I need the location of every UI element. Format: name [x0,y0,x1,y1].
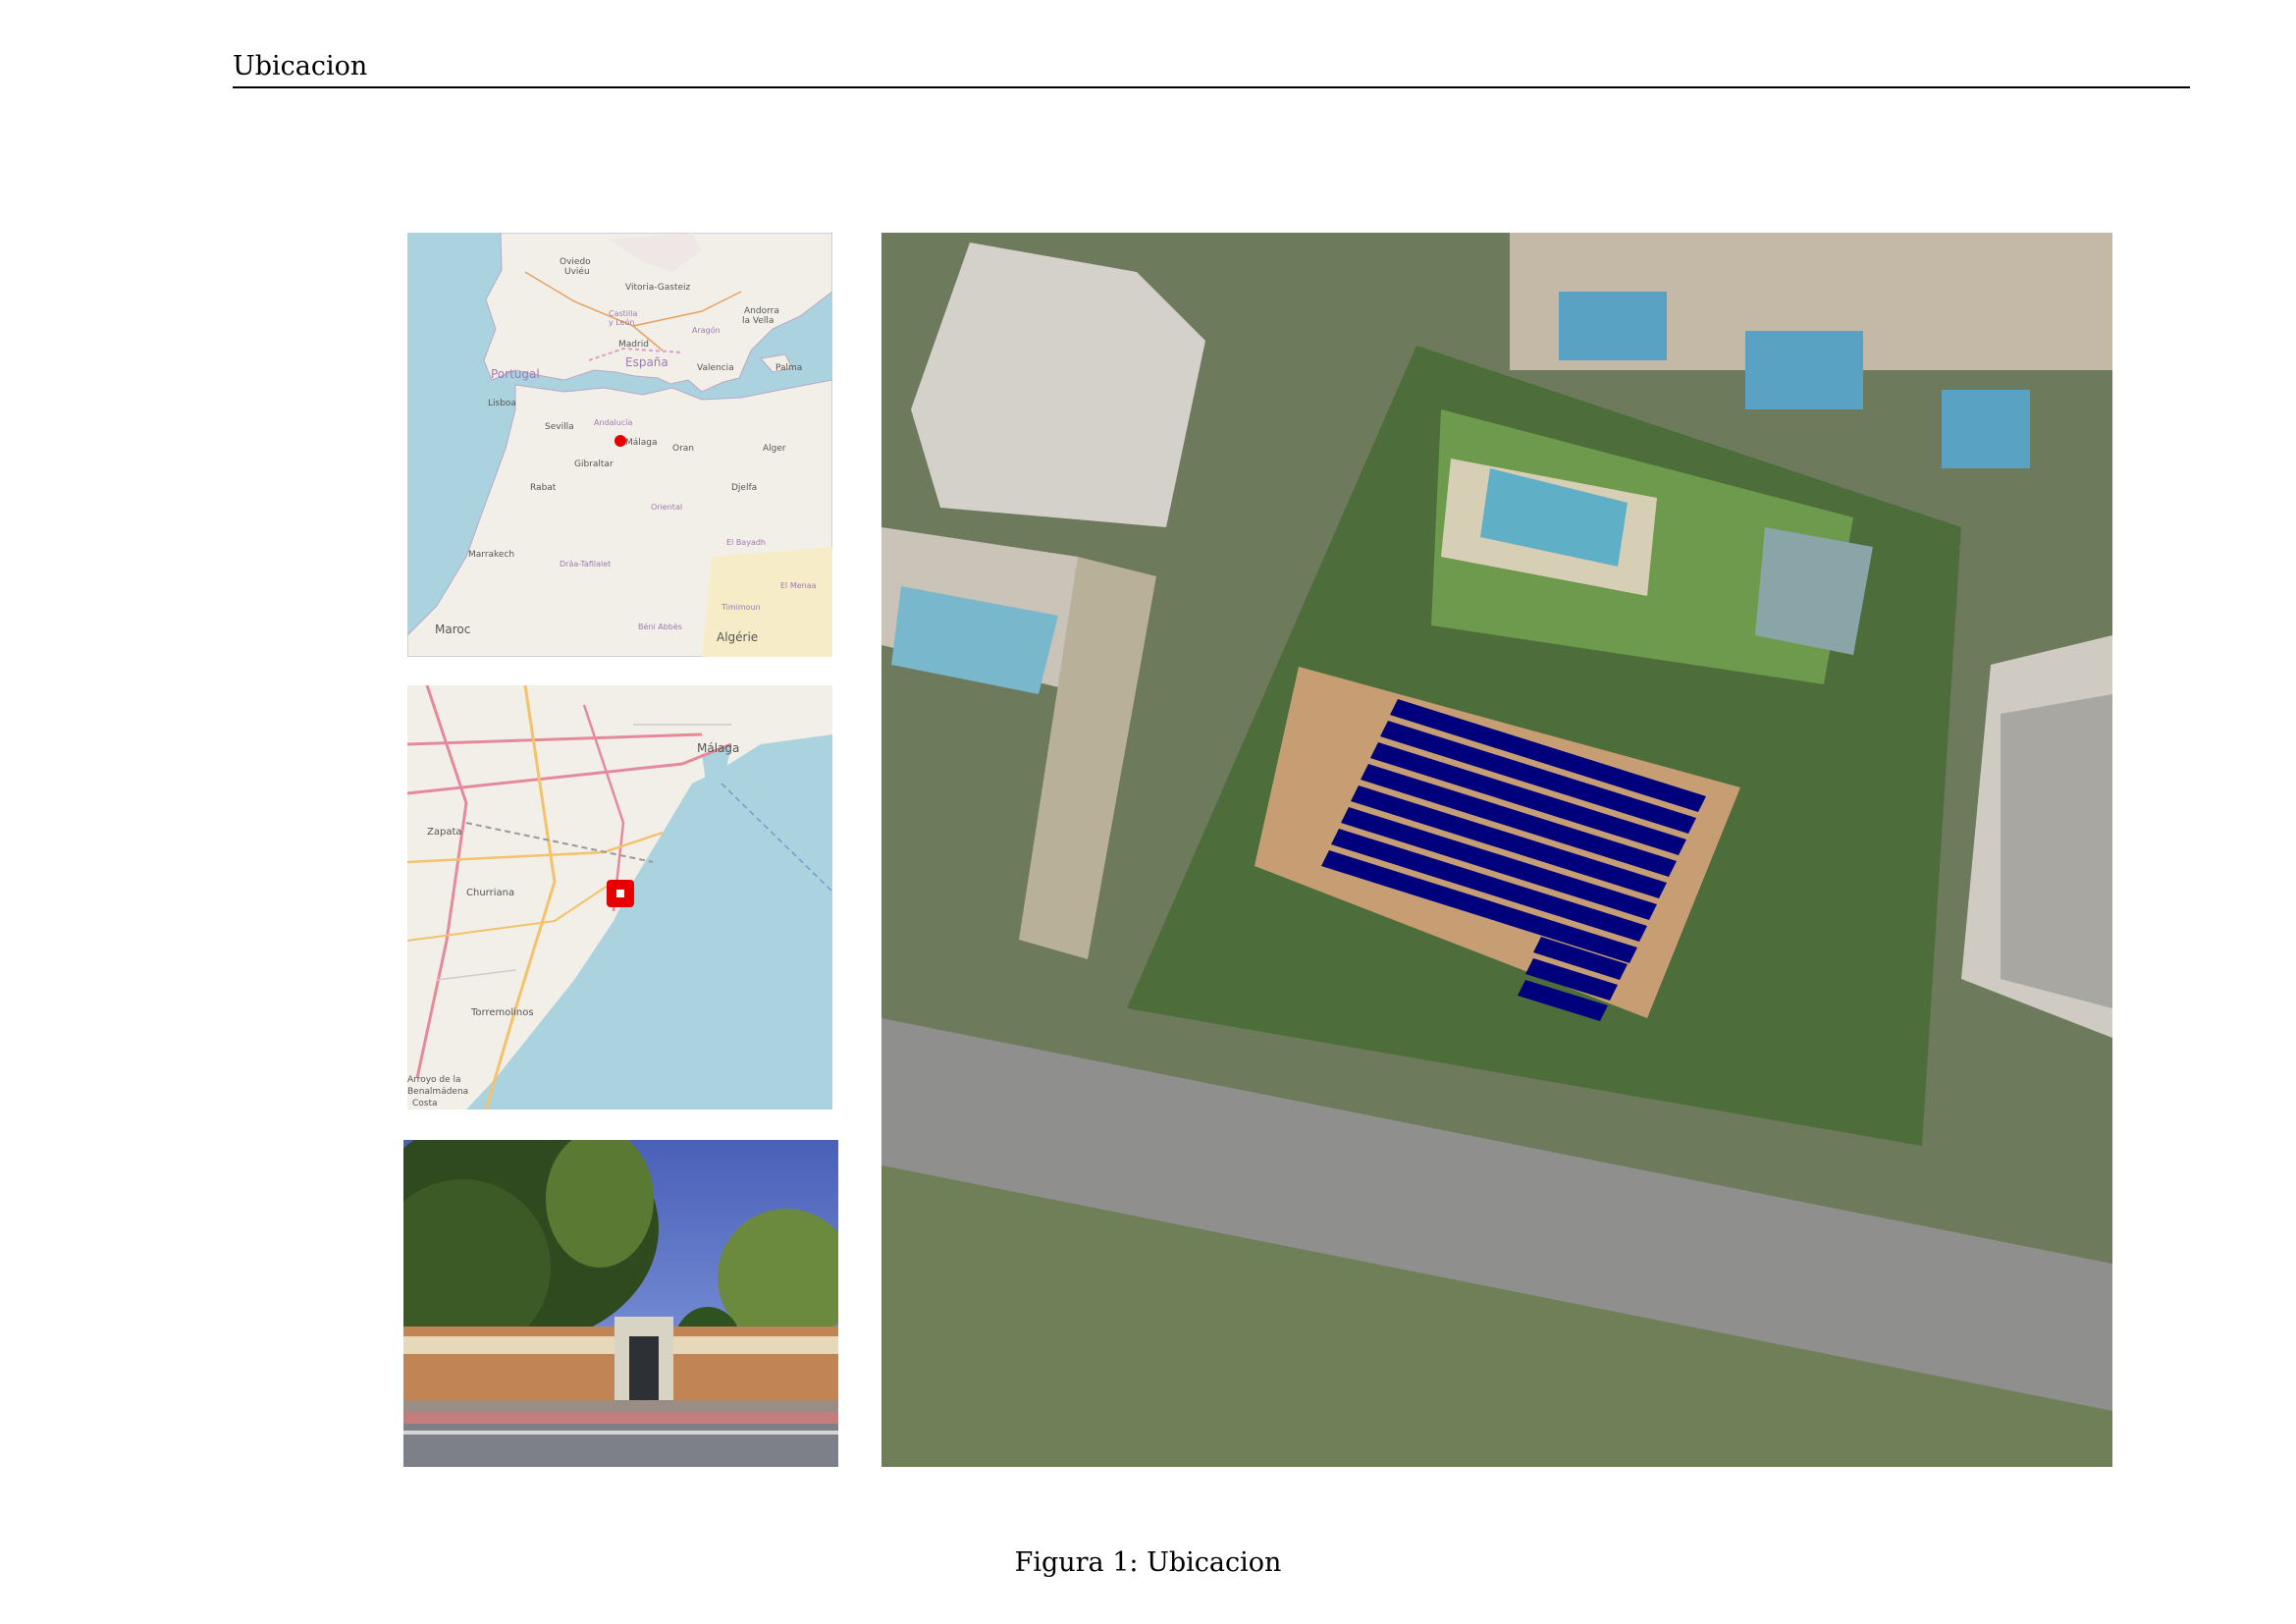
svg-text:Portugal: Portugal [491,367,540,381]
svg-text:Timimoun: Timimoun [721,603,761,612]
svg-text:El Menaa: El Menaa [780,581,817,590]
svg-text:Uviéu: Uviéu [564,266,590,277]
svg-text:Málaga: Málaga [697,741,739,755]
svg-text:Vitoria-Gasteiz: Vitoria-Gasteiz [625,283,691,293]
svg-text:Aragón: Aragón [692,325,721,335]
overview-map: Oviedo Uviéu Vitoria-Gasteiz Andorra la … [407,233,832,657]
svg-text:Lisboa: Lisboa [488,399,516,408]
svg-text:El Bayadh: El Bayadh [726,538,766,547]
svg-text:Zapata: Zapata [427,827,462,838]
aerial-view [881,233,2112,1467]
svg-text:Algérie: Algérie [717,630,758,644]
svg-text:Maroc: Maroc [435,623,470,636]
svg-text:Costa: Costa [412,1099,438,1109]
svg-text:Oriental: Oriental [651,503,682,512]
svg-text:Valencia: Valencia [697,363,734,373]
page-header-title: Ubicacion [233,51,368,81]
svg-text:y León: y León [609,317,634,327]
svg-text:Oran: Oran [672,444,694,454]
header-rule [233,86,2190,88]
svg-text:Rabat: Rabat [530,483,557,493]
svg-text:Castilla: Castilla [609,309,637,318]
svg-text:Alger: Alger [763,444,786,454]
svg-text:Arroyo de la: Arroyo de la [407,1075,461,1085]
svg-text:Benalmádena: Benalmádena [407,1087,468,1097]
svg-text:Béni Abbès: Béni Abbès [638,622,682,631]
svg-text:la Vella: la Vella [742,316,774,326]
street-photo [403,1140,838,1467]
svg-text:Marrakech: Marrakech [468,550,514,560]
svg-text:Madrid: Madrid [618,340,649,350]
svg-text:Torremolinos: Torremolinos [470,1007,534,1018]
figure-caption: Figura 1: Ubicacion [1014,1547,1282,1578]
city-map: Málaga Zapata Churriana Torremolinos Arr… [407,685,832,1110]
svg-text:Churriana: Churriana [466,888,514,898]
svg-text:Andorra: Andorra [744,306,779,316]
svg-text:Oviedo: Oviedo [560,257,591,267]
svg-text:Málaga: Málaga [625,438,658,448]
svg-text:España: España [625,355,668,369]
svg-text:Gibraltar: Gibraltar [574,460,614,469]
svg-text:Andalucía: Andalucía [594,418,632,427]
svg-text:Drâa-Tafilalet: Drâa-Tafilalet [560,560,611,568]
svg-text:Sevilla: Sevilla [545,422,574,432]
svg-text:Palma: Palma [775,363,802,373]
svg-text:Djelfa: Djelfa [731,483,757,493]
